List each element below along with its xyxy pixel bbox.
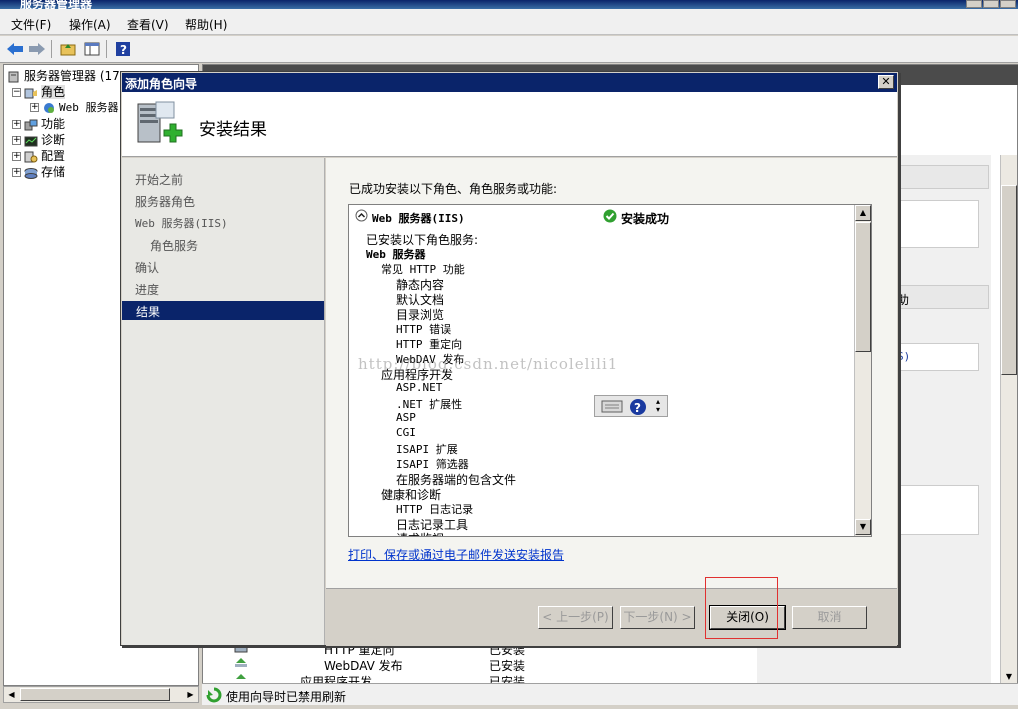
main-vertical-scrollbar[interactable]: ▼ [1000, 155, 1017, 685]
main-titlebar: 服务器管理器 [0, 0, 1018, 9]
result-line: ISAPI 筛选器 [396, 458, 469, 471]
keyboard-icon[interactable] [601, 398, 623, 417]
lower-row-status: 已安装 [489, 675, 526, 683]
previous-button[interactable]: < 上一步(P) [538, 606, 613, 629]
status-bar: 使用向导时已禁用刷新 [202, 683, 1018, 705]
nav-role-services[interactable]: 角色服务 [150, 237, 198, 254]
lower-row-name: WebDAV 发布 [324, 659, 403, 673]
install-status: 安装成功 [621, 212, 670, 226]
result-line: 常见 HTTP 功能 [381, 263, 465, 276]
scroll-up-icon[interactable]: ▲ [855, 205, 871, 221]
tree-item-features[interactable]: + 功能 [12, 115, 65, 132]
refresh-disabled-icon [206, 687, 222, 706]
tree-item-storage[interactable]: + 存储 [12, 163, 65, 180]
menu-bar: 文件(F) 操作(A) 查看(V) 帮助(H) [0, 9, 1018, 35]
diagnostics-icon [24, 135, 38, 147]
scroll-left-icon[interactable]: ◀ [4, 687, 19, 702]
server-install-icon [134, 100, 184, 153]
expand-icon[interactable]: + [30, 103, 39, 112]
help-icon[interactable]: ? [113, 39, 133, 59]
dialog-header: 安装结果 [122, 92, 897, 157]
result-line: HTTP 错误 [396, 323, 452, 336]
print-save-email-report-link[interactable]: 打印、保存或通过电子邮件发送安装报告 [348, 546, 564, 563]
svg-text:?: ? [634, 401, 641, 415]
dialog-titlebar: 添加角色向导 ✕ [122, 73, 897, 92]
roles-icon [24, 87, 38, 99]
status-text: 使用向导时已禁用刷新 [226, 690, 347, 704]
scroll-thumb[interactable] [20, 688, 170, 701]
dialog-heading: 安装结果 [199, 120, 267, 140]
dialog-close-button[interactable]: ✕ [878, 75, 894, 89]
next-button[interactable]: 下一步(N) > [620, 606, 695, 629]
menu-view[interactable]: 查看(V) [127, 16, 169, 33]
lower-row-name: 应用程序开发 [300, 675, 373, 683]
dialog-button-row: < 上一步(P) 下一步(N) > 关闭(O) 取消 [326, 588, 897, 646]
scroll-down-icon[interactable]: ▼ [855, 519, 871, 535]
collapse-icon[interactable]: − [12, 88, 21, 97]
web-server-icon [42, 102, 56, 114]
maximize-button[interactable] [983, 0, 999, 8]
nav-server-roles[interactable]: 服务器角色 [135, 193, 195, 210]
configuration-icon [24, 151, 38, 163]
nav-results[interactable]: 结果 [122, 301, 324, 320]
tree-item-web-server[interactable]: + Web 服务器 [30, 99, 119, 115]
dialog-title: 添加角色向导 [125, 77, 198, 91]
options-icon[interactable]: ▴ ▾ [656, 398, 660, 414]
collapse-role-icon[interactable] [355, 209, 368, 225]
success-check-icon [603, 209, 617, 226]
results-scrollbar[interactable]: ▲ ▼ [854, 205, 871, 536]
cancel-button[interactable]: 取消 [792, 606, 867, 629]
result-line: Web 服务器 [366, 248, 426, 261]
nav-progress[interactable]: 进度 [135, 281, 159, 298]
minimize-button[interactable] [966, 0, 982, 8]
features-icon [24, 119, 38, 131]
highlight-box [705, 577, 778, 639]
result-line: .NET 扩展性 [396, 398, 463, 411]
intro-text: 已成功安装以下角色、角色服务或功能: [349, 182, 558, 196]
show-hide-tree-icon[interactable] [82, 39, 102, 59]
expand-icon[interactable]: + [12, 120, 21, 129]
role-name: Web 服务器(IIS) [372, 212, 465, 225]
svg-text:?: ? [120, 43, 127, 57]
nav-before-you-begin[interactable]: 开始之前 [135, 171, 183, 188]
expand-icon[interactable]: + [12, 136, 21, 145]
watermark: http://blog.csdn.net/nicolelili1 [358, 355, 619, 373]
ime-toolbar: ? ▴ ▾ [594, 395, 668, 417]
tree-item-configuration[interactable]: + 配置 [12, 147, 65, 164]
close-window-button[interactable] [1000, 0, 1016, 8]
tree-item-roles[interactable]: − 角色 [12, 83, 66, 100]
result-line: ISAPI 扩展 [396, 443, 458, 456]
menu-action[interactable]: 操作(A) [69, 16, 111, 33]
window-title: 服务器管理器 [20, 0, 93, 9]
tree-root[interactable]: 服务器管理器 (17 [7, 67, 120, 84]
help-circle-icon[interactable]: ? [629, 398, 647, 419]
scroll-right-icon[interactable]: ▶ [183, 687, 198, 702]
up-folder-icon[interactable] [58, 39, 78, 59]
scroll-thumb[interactable] [1001, 185, 1017, 375]
tree-item-diagnostics[interactable]: + 诊断 [12, 131, 65, 148]
menu-file[interactable]: 文件(F) [11, 16, 51, 33]
storage-icon [24, 167, 38, 179]
result-line: HTTP 重定向 [396, 338, 463, 351]
tree-horizontal-scrollbar[interactable]: ◀ ▶ [3, 686, 199, 703]
expand-icon[interactable]: + [12, 168, 21, 177]
nav-confirmation[interactable]: 确认 [135, 259, 159, 276]
forward-arrow-icon[interactable] [27, 39, 47, 59]
menu-help[interactable]: 帮助(H) [185, 16, 227, 33]
back-arrow-icon[interactable] [5, 39, 25, 59]
lower-row-status: 已安装 [489, 659, 526, 673]
server-icon [7, 71, 21, 83]
wizard-nav: 开始之前 服务器角色 Web 服务器(IIS) 角色服务 确认 进度 结果 [122, 158, 325, 645]
scroll-thumb[interactable] [855, 222, 871, 352]
result-line: CGI [396, 426, 416, 439]
result-line: ASP [396, 411, 416, 424]
expand-icon[interactable]: + [12, 152, 21, 161]
nav-web-server[interactable]: Web 服务器(IIS) [135, 215, 228, 231]
result-line: 请求监视 [396, 530, 444, 536]
result-line: ASP.NET [396, 381, 443, 394]
toolbar: ? [0, 36, 1018, 63]
result-line: HTTP 日志记录 [396, 503, 474, 516]
